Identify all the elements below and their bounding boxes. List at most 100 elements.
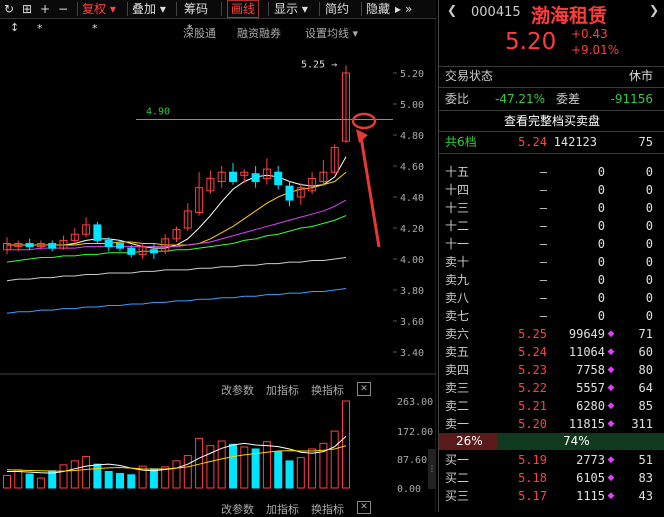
- ask-row[interactable]: 卖一 5.20 11815 ◆ 311: [439, 415, 664, 433]
- kline-chart[interactable]: ↕ * * * 深股通 融资融券 设置均线 ▾ 5.20 5.00 4.80 4.60…: [0, 19, 436, 516]
- next-stock-icon[interactable]: ❯: [649, 3, 659, 17]
- ask-level-label: 十一: [445, 237, 470, 251]
- close-icon[interactable]: ✕: [357, 382, 371, 396]
- ask-row[interactable]: 十四 — 0 0: [439, 181, 664, 199]
- ask-price: 5.22: [518, 381, 547, 395]
- bid-price: 5.19: [518, 453, 547, 467]
- candle-body: [93, 224, 102, 241]
- volume-bar: [116, 472, 124, 489]
- ask-price: —: [539, 219, 547, 233]
- y-tick-label: 4.80: [400, 131, 424, 142]
- bid-price: 5.18: [518, 471, 547, 485]
- ask-volume: 0: [597, 183, 605, 197]
- ratio-right: 74%: [563, 434, 590, 448]
- volume-bar: [70, 460, 79, 489]
- ask-row[interactable]: 卖七 — 0 0: [439, 307, 664, 325]
- huaxian-button[interactable]: 画线: [227, 0, 260, 18]
- grid-icon[interactable]: ⊞: [22, 1, 32, 17]
- ask-row[interactable]: 卖二 5.21 6280 ◆ 85: [439, 397, 664, 415]
- ask-count: 80: [638, 363, 653, 377]
- candle-body: [285, 185, 294, 201]
- weibi-label: 委比: [445, 92, 470, 106]
- bid-row[interactable]: 买二 5.18 6105 ◆ 83: [439, 469, 664, 487]
- price-change-pct: +9.01%: [571, 43, 620, 57]
- bid-row[interactable]: 买三 5.17 1115 ◆ 43: [439, 487, 664, 505]
- ask-volume: 6280: [576, 399, 605, 413]
- candle-body: [116, 243, 124, 249]
- diejia-dropdown[interactable]: 叠加 ▾: [132, 1, 166, 17]
- ask-count: 0: [645, 255, 653, 269]
- ask-row[interactable]: 卖四 5.23 7758 ◆ 80: [439, 361, 664, 379]
- ask-row[interactable]: 卖十 — 0 0: [439, 253, 664, 271]
- ask-row[interactable]: 卖六 5.25 99649 ◆ 71: [439, 325, 664, 343]
- refresh-icon[interactable]: ↻: [4, 1, 14, 17]
- ask-level-label: 卖十: [445, 255, 470, 269]
- ask-row[interactable]: 十三 — 0 0: [439, 199, 664, 217]
- high-label: 5.25 →: [301, 59, 337, 70]
- jiazhibiao-button-2[interactable]: 加指标: [266, 501, 299, 517]
- ask-row[interactable]: 十一 — 0 0: [439, 235, 664, 253]
- bid-row[interactable]: 买一 5.19 2773 ◆ 51: [439, 451, 664, 469]
- ask-row[interactable]: 卖九 — 0 0: [439, 271, 664, 289]
- fuquan-dropdown[interactable]: 复权 ▾: [82, 1, 116, 17]
- weibi-row: 委比 -47.21% 委差 -91156: [439, 90, 664, 108]
- annotation-circle: [351, 112, 377, 130]
- ask-level-label: 十四: [445, 183, 470, 197]
- ask-price: —: [539, 165, 547, 179]
- volume-bar: [149, 468, 158, 489]
- ask-row[interactable]: 十五 — 0 0: [439, 163, 664, 181]
- zoom-in-button[interactable]: +: [40, 1, 50, 17]
- ask-price: 5.23: [518, 363, 547, 377]
- ask-level-label: 卖五: [445, 345, 470, 359]
- close-icon[interactable]: ✕: [357, 501, 371, 514]
- ask-count: 0: [645, 237, 653, 251]
- volume-bar: [36, 477, 45, 489]
- jiazhibiao-button[interactable]: 加指标: [266, 382, 299, 398]
- candle-body: [25, 243, 34, 248]
- status-row: 交易状态 休市: [439, 67, 664, 85]
- ask-count: 64: [638, 381, 653, 395]
- bid-volume: 2773: [576, 453, 605, 467]
- volume-tick-label: 263.00: [397, 397, 433, 408]
- ask-price: —: [539, 255, 547, 269]
- ask-price: —: [539, 237, 547, 251]
- huanzhibiao-button-2[interactable]: 换指标: [311, 501, 344, 517]
- ask-volume: 0: [597, 237, 605, 251]
- ask-row[interactable]: 卖三 5.22 5557 ◆ 64: [439, 379, 664, 397]
- expand-icon[interactable]: ▸: [395, 1, 401, 17]
- ask-row[interactable]: 卖五 5.24 11064 ◆ 60: [439, 343, 664, 361]
- ask-level-label: 十二: [445, 219, 470, 233]
- collapse-handle[interactable]: ⋮: [428, 449, 436, 489]
- ask-row[interactable]: 卖八 — 0 0: [439, 289, 664, 307]
- huanzhibiao-button[interactable]: 换指标: [311, 382, 344, 398]
- yincang-button[interactable]: 隐藏: [366, 1, 390, 17]
- y-tick-label: 3.80: [400, 286, 424, 297]
- candle-body: [127, 247, 136, 255]
- ask-count: 311: [631, 417, 653, 431]
- bid-level-label: 买三: [445, 489, 470, 503]
- ask-volume: 7758: [576, 363, 605, 377]
- gaicanshu-button-2[interactable]: 改参数: [221, 501, 254, 517]
- volume-bar: [342, 400, 350, 489]
- zoom-out-button[interactable]: −: [58, 1, 68, 17]
- prev-stock-icon[interactable]: ❮: [447, 3, 457, 17]
- ask-price: 5.21: [518, 399, 547, 413]
- jianyue-button[interactable]: 简约: [325, 1, 349, 17]
- ask-level-label: 卖三: [445, 381, 470, 395]
- volume-bar: [240, 446, 249, 489]
- diamond-icon: ◆: [607, 383, 615, 393]
- ask-count: 0: [645, 165, 653, 179]
- ask-volume: 0: [597, 165, 605, 179]
- xianshi-dropdown[interactable]: 显示 ▾: [274, 1, 308, 17]
- more-icon[interactable]: »: [405, 1, 412, 17]
- chouma-button[interactable]: 筹码: [184, 1, 208, 17]
- ask-price: —: [539, 201, 547, 215]
- diejia-label: 叠加: [132, 2, 157, 16]
- gaicanshu-button[interactable]: 改参数: [221, 382, 254, 398]
- ask-row[interactable]: 十二 — 0 0: [439, 217, 664, 235]
- y-tick-label: 4.40: [400, 193, 424, 204]
- diamond-icon: ◆: [607, 491, 615, 501]
- y-tick-label: 5.20: [400, 69, 424, 80]
- view-full-orderbook-button[interactable]: 查看完整档买卖盘: [439, 112, 664, 130]
- total-price: 5.24: [518, 135, 547, 149]
